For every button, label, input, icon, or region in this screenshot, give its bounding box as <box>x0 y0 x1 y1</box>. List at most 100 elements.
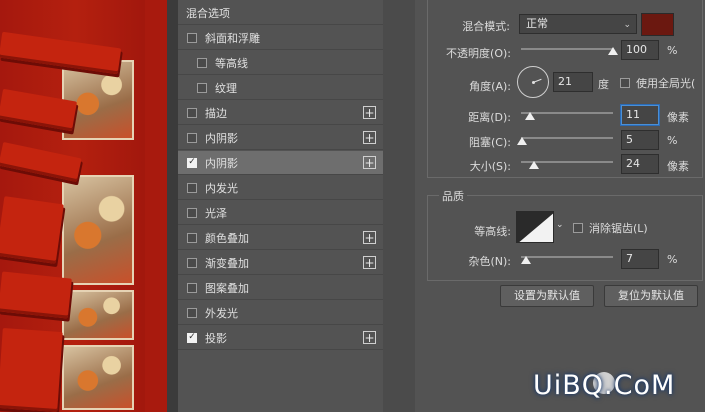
style-checkbox[interactable] <box>187 207 197 218</box>
noise-input[interactable]: 7 <box>621 249 659 269</box>
style-checkbox[interactable] <box>187 182 197 193</box>
style-item[interactable]: 斜面和浮雕 <box>178 26 383 50</box>
artwork-ribbon <box>0 328 63 412</box>
style-item[interactable]: 外发光 <box>178 301 383 325</box>
style-item[interactable]: ✓ 投影 + <box>178 326 383 350</box>
style-item[interactable]: 内阴影 + <box>178 126 383 150</box>
watermark-text: UiBQ.CoM <box>533 370 676 401</box>
style-item[interactable]: 图案叠加 <box>178 276 383 300</box>
blend-mode-label: 混合模式: <box>462 20 510 33</box>
quality-legend: 品质 <box>439 188 467 204</box>
style-checkbox[interactable] <box>197 82 207 93</box>
artwork-strip <box>145 0 167 412</box>
style-checkbox[interactable]: ✓ <box>187 332 197 343</box>
global-light-checkbox[interactable] <box>620 78 630 88</box>
style-item-label: 等高线 <box>215 56 248 70</box>
style-item[interactable]: 颜色叠加 + <box>178 226 383 250</box>
style-item-label: 光泽 <box>205 206 227 220</box>
style-item-label: 内阴影 <box>205 131 238 145</box>
angle-input[interactable]: 21 <box>553 72 593 92</box>
blend-color-swatch[interactable] <box>641 13 674 36</box>
styles-list-empty-area <box>178 350 383 412</box>
opacity-slider[interactable] <box>521 48 613 50</box>
size-input[interactable]: 24 <box>621 154 659 174</box>
opacity-unit: % <box>667 44 678 57</box>
style-item-label: 颜色叠加 <box>205 231 249 245</box>
artwork-photo <box>62 345 134 410</box>
opacity-slider-thumb[interactable] <box>608 47 618 55</box>
style-checkbox[interactable] <box>197 57 207 68</box>
style-item[interactable]: 纹理 <box>178 76 383 100</box>
style-item-label: 斜面和浮雕 <box>205 31 260 45</box>
global-light-label: 使用全局光( <box>636 77 696 90</box>
contour-preview[interactable] <box>516 211 554 243</box>
blend-mode-value: 正常 <box>526 17 548 30</box>
distance-label: 距离(D): <box>468 111 511 124</box>
document-canvas[interactable] <box>0 0 167 412</box>
add-style-plus-icon[interactable]: + <box>363 156 376 169</box>
antialias-checkbox[interactable] <box>573 223 583 233</box>
style-checkbox[interactable] <box>187 282 197 293</box>
noise-label: 杂色(N): <box>468 255 511 268</box>
style-checkbox[interactable]: ✓ <box>187 157 197 168</box>
angle-dial-center <box>532 81 535 84</box>
style-checkbox[interactable] <box>187 32 197 43</box>
choke-unit: % <box>667 134 678 147</box>
style-item[interactable]: 描边 + <box>178 101 383 125</box>
style-item[interactable]: 等高线 <box>178 51 383 75</box>
contour-label: 等高线: <box>474 225 511 238</box>
panel-gap <box>383 0 415 412</box>
style-item-label: 图案叠加 <box>205 281 249 295</box>
add-style-plus-icon[interactable]: + <box>363 331 376 344</box>
style-checkbox[interactable] <box>187 232 197 243</box>
style-checkbox[interactable] <box>187 107 197 118</box>
add-style-plus-icon[interactable]: + <box>363 106 376 119</box>
style-checkbox[interactable] <box>187 257 197 268</box>
artwork-ribbon <box>0 31 122 75</box>
contour-chevron-icon[interactable]: ⌄ <box>556 220 564 230</box>
layer-styles-list: 混合选项 斜面和浮雕 等高线 纹理 描边 + 内阴影 + ✓ 内阴影 + 内发光 光泽 颜色叠加 + 渐变叠… <box>178 0 383 412</box>
noise-slider[interactable] <box>521 256 613 258</box>
distance-unit: 像素 <box>667 111 689 124</box>
opacity-label: 不透明度(O): <box>446 47 511 60</box>
panel-divider <box>167 0 178 412</box>
style-item[interactable]: 内发光 <box>178 176 383 200</box>
style-settings-panel: 混合模式: 正常 ⌄ 不透明度(O): 100 % 角度(A): 21 度 使用… <box>415 0 705 412</box>
style-item-label: 投影 <box>205 331 227 345</box>
blending-options-header[interactable]: 混合选项 <box>178 1 383 25</box>
style-item[interactable]: 光泽 <box>178 201 383 225</box>
reset-default-button[interactable]: 复位为默认值 <box>604 285 698 307</box>
style-item-label: 纹理 <box>215 81 237 95</box>
style-item[interactable]: 渐变叠加 + <box>178 251 383 275</box>
style-item-label: 内发光 <box>205 181 238 195</box>
opacity-input[interactable]: 100 <box>621 40 659 60</box>
noise-slider-thumb[interactable] <box>521 256 531 264</box>
contour-curve-icon <box>519 213 553 242</box>
distance-input[interactable]: 11 <box>621 105 659 125</box>
style-item-label: 外发光 <box>205 306 238 320</box>
distance-slider-thumb[interactable] <box>525 112 535 120</box>
size-unit: 像素 <box>667 160 689 173</box>
angle-dial[interactable] <box>517 66 549 98</box>
add-style-plus-icon[interactable]: + <box>363 131 376 144</box>
choke-slider-thumb[interactable] <box>517 137 527 145</box>
style-checkbox[interactable] <box>187 307 197 318</box>
add-style-plus-icon[interactable]: + <box>363 256 376 269</box>
set-default-button[interactable]: 设置为默认值 <box>500 285 594 307</box>
angle-unit: 度 <box>598 78 609 91</box>
choke-input[interactable]: 5 <box>621 130 659 150</box>
blending-options-label: 混合选项 <box>186 6 230 20</box>
artwork-photo <box>62 175 134 285</box>
noise-unit: % <box>667 253 678 266</box>
choke-label: 阻塞(C): <box>469 136 511 149</box>
style-item[interactable]: ✓ 内阴影 + <box>178 151 383 175</box>
chevron-down-icon: ⌄ <box>623 20 631 30</box>
style-checkbox[interactable] <box>187 132 197 143</box>
add-style-plus-icon[interactable]: + <box>363 231 376 244</box>
style-item-label: 描边 <box>205 106 227 120</box>
artwork-ribbon <box>0 196 64 264</box>
size-label: 大小(S): <box>469 160 511 173</box>
choke-slider[interactable] <box>521 137 613 139</box>
blend-mode-select[interactable]: 正常 ⌄ <box>519 14 637 34</box>
size-slider-thumb[interactable] <box>529 161 539 169</box>
